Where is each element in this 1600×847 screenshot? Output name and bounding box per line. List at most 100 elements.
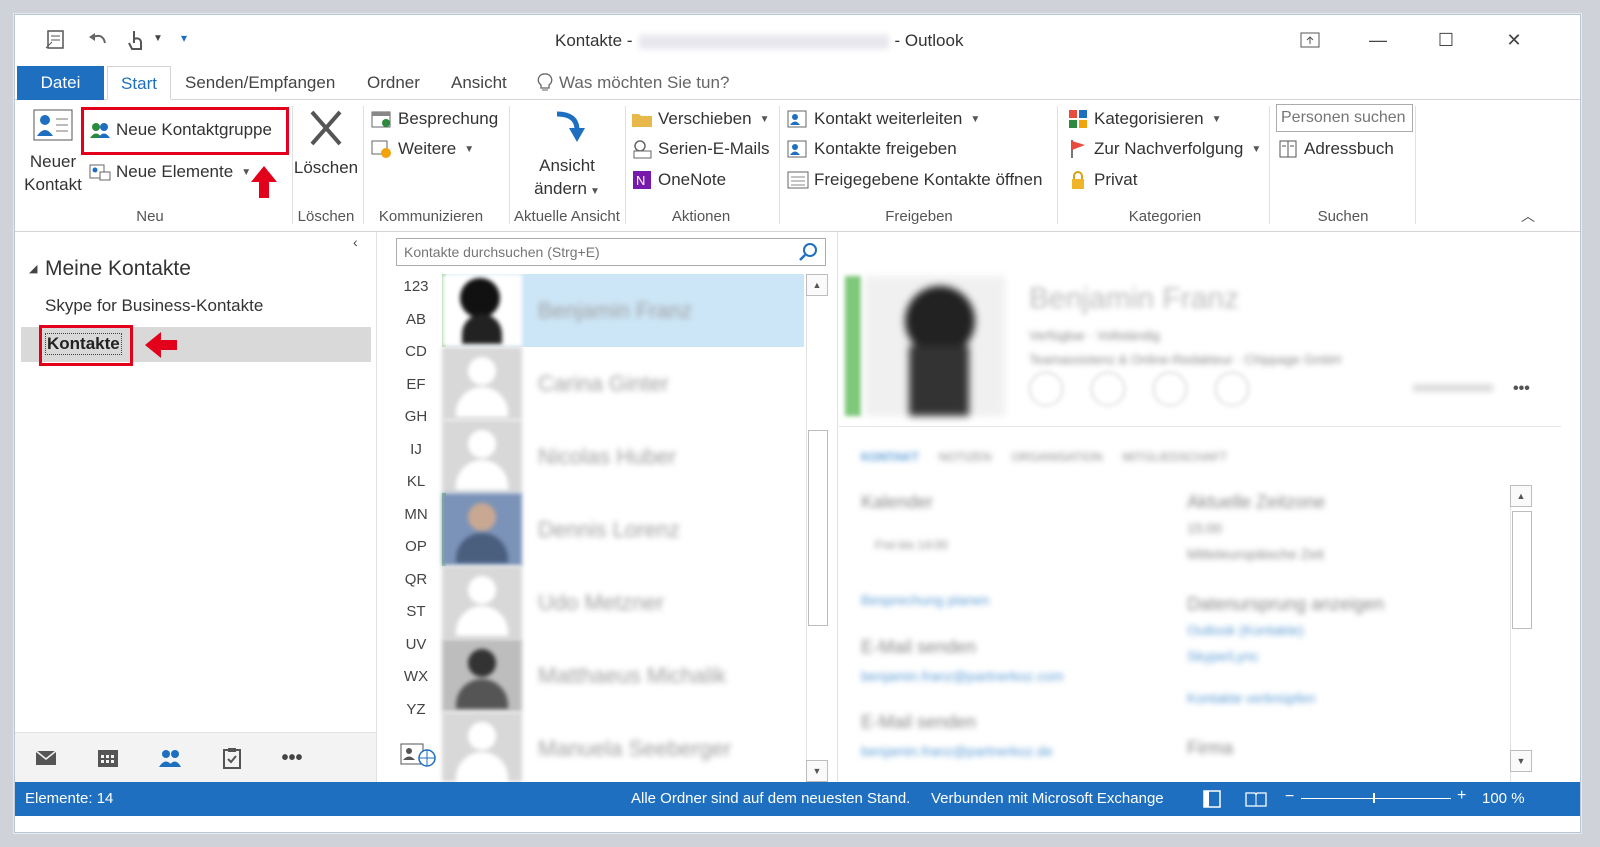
zoom-level[interactable]: 100 % [1482, 790, 1525, 807]
zoom-slider-thumb[interactable] [1373, 793, 1375, 803]
new-items-button[interactable]: Neue Elemente ▼ [89, 162, 251, 182]
alpha-index-ij[interactable]: IJ [396, 441, 436, 458]
calendar-status: Frei bis 14:00 [875, 538, 948, 552]
contact-card-scrollbar[interactable]: ▲ ▼ [1510, 485, 1532, 782]
tab-send-receive[interactable]: Senden/Empfangen [169, 66, 351, 100]
scroll-thumb[interactable] [808, 430, 828, 626]
alpha-index-qr[interactable]: QR [396, 571, 436, 588]
close-button[interactable]: ✕ [1491, 25, 1537, 55]
list-item[interactable]: Manuela Seeberger [442, 712, 804, 782]
tab-view[interactable]: Ansicht [435, 66, 523, 100]
scroll-down-arrow[interactable]: ▼ [806, 760, 828, 782]
link-contacts-link[interactable]: Kontakte verknüpfen [1187, 690, 1315, 706]
share-contacts-button[interactable]: Kontakte freigeben [787, 139, 957, 159]
minimize-button[interactable]: — [1355, 25, 1401, 55]
email-address-2[interactable]: benjamin.franz@partnerkoz.de [861, 743, 1053, 759]
list-item[interactable]: Dennis Lorenz [442, 493, 804, 566]
tab-file[interactable]: Datei [17, 66, 104, 100]
scroll-up-arrow[interactable]: ▲ [806, 274, 828, 296]
alpha-index-yz[interactable]: YZ [396, 701, 436, 718]
zoom-in-icon[interactable]: + [1457, 787, 1466, 805]
alpha-index-cd[interactable]: CD [396, 343, 436, 360]
change-view-button[interactable]: Ansicht ändern ▼ [515, 108, 619, 203]
reading-view-icon[interactable] [1245, 790, 1267, 812]
people-icon[interactable] [155, 745, 185, 771]
folder-skype-contacts[interactable]: Skype for Business-Kontakte [45, 296, 263, 316]
chevron-down-icon[interactable]: ▼ [153, 33, 163, 44]
follow-up-button[interactable]: Zur Nachverfolgung ▼ [1067, 139, 1261, 159]
list-item[interactable]: Udo Metzner [442, 566, 804, 639]
customize-toolbar-icon[interactable]: ▾ [181, 31, 187, 45]
scroll-down-arrow[interactable]: ▼ [1510, 750, 1532, 772]
meeting-button[interactable]: Besprechung [371, 109, 498, 129]
my-contacts-heading[interactable]: Meine Kontakte [45, 257, 191, 281]
call-icon[interactable] [1091, 372, 1125, 406]
alpha-index-ab[interactable]: AB [396, 311, 436, 328]
move-button[interactable]: Verschieben ▼ [631, 109, 769, 129]
contact-search-input[interactable] [396, 238, 826, 266]
alpha-index-st[interactable]: ST [396, 603, 436, 620]
zoom-slider[interactable] [1301, 798, 1451, 799]
zoom-out-icon[interactable]: − [1285, 788, 1294, 806]
tab-folder[interactable]: Ordner [351, 66, 436, 100]
delete-button[interactable]: Löschen [293, 108, 359, 179]
collapse-pane-icon[interactable]: ‹ [353, 234, 358, 250]
people-search-input[interactable] [1276, 104, 1413, 132]
alpha-index-uv[interactable]: UV [396, 636, 436, 653]
alpha-index-gh[interactable]: GH [396, 408, 436, 425]
list-item[interactable]: Carina Ginter [442, 347, 804, 420]
calendar-icon[interactable] [93, 745, 123, 771]
more-communicate-button[interactable]: Weitere ▼ [371, 139, 474, 159]
touch-mode-icon[interactable] [121, 25, 151, 55]
contact-list-scrollbar[interactable]: ▲ ▼ [806, 274, 828, 782]
new-contact-group-button[interactable]: Neue Kontaktgruppe [89, 120, 272, 140]
folder-contacts[interactable]: Kontakte [45, 333, 122, 355]
mail-icon[interactable] [31, 745, 61, 771]
schedule-meeting-link[interactable]: Besprechung planen [861, 592, 989, 608]
card-tab-contact[interactable]: KONTAKT [861, 450, 919, 464]
email-icon[interactable] [1215, 372, 1249, 406]
alpha-index-wx[interactable]: WX [396, 668, 436, 685]
new-contact-button[interactable]: Neuer Kontakt [19, 108, 87, 196]
email-address-1[interactable]: benjamin.franz@partnerkoz.com [861, 668, 1064, 684]
list-item[interactable]: Benjamin Franz [442, 274, 804, 347]
data-source-outlook[interactable]: Outlook (Kontakte) [1187, 622, 1304, 638]
im-icon[interactable] [1029, 372, 1063, 406]
list-item[interactable]: Nicolas Huber [442, 420, 804, 493]
forward-contact-button[interactable]: Kontakt weiterleiten ▼ [787, 109, 980, 129]
address-book-button[interactable]: Adressbuch [1277, 139, 1394, 159]
card-tab-notes[interactable]: NOTIZEN [939, 450, 992, 464]
alpha-index-123[interactable]: 123 [396, 278, 436, 295]
mail-merge-button[interactable]: Serien-E-Mails [631, 139, 769, 159]
expand-triangle-icon[interactable]: ◢ [29, 262, 37, 275]
card-tab-membership[interactable]: MITGLIEDSCHAFT [1123, 450, 1228, 464]
onenote-button[interactable]: N OneNote [631, 170, 726, 190]
alpha-index-kl[interactable]: KL [396, 473, 436, 490]
data-source-skype[interactable]: Skype/Lync [1187, 648, 1259, 664]
tell-me-search[interactable]: Was möchten Sie tun? [543, 66, 745, 100]
more-modules-icon[interactable]: ••• [277, 745, 307, 771]
more-options-icon[interactable]: ••• [1513, 380, 1530, 398]
open-shared-contacts-button[interactable]: Freigegebene Kontakte öffnen [787, 170, 1042, 190]
alpha-index-mn[interactable]: MN [396, 506, 436, 523]
alpha-index-ef[interactable]: EF [396, 376, 436, 393]
search-icon[interactable] [798, 242, 818, 267]
timezone-heading: Aktuelle Zeitzone [1187, 492, 1326, 512]
tasks-icon[interactable] [217, 745, 247, 771]
maximize-button[interactable]: ☐ [1423, 25, 1469, 55]
collapse-ribbon-icon[interactable]: ︿ [1521, 206, 1535, 226]
scroll-up-arrow[interactable]: ▲ [1510, 485, 1532, 507]
normal-view-icon[interactable] [1203, 790, 1221, 812]
list-item[interactable]: Matthaeus Michalik [442, 639, 804, 712]
sync-icon[interactable] [41, 25, 71, 55]
tab-start[interactable]: Start [107, 66, 171, 100]
video-icon[interactable] [1153, 372, 1187, 406]
scroll-thumb[interactable] [1512, 511, 1532, 629]
ribbon-display-options-icon[interactable] [1287, 25, 1333, 55]
contact-globe-icon[interactable] [400, 742, 436, 773]
categorize-button[interactable]: Kategorisieren ▼ [1067, 109, 1222, 129]
card-tab-organization[interactable]: ORGANISATION [1011, 450, 1102, 464]
private-button[interactable]: Privat [1067, 170, 1137, 190]
alpha-index-op[interactable]: OP [396, 538, 436, 555]
undo-icon[interactable] [83, 25, 113, 55]
